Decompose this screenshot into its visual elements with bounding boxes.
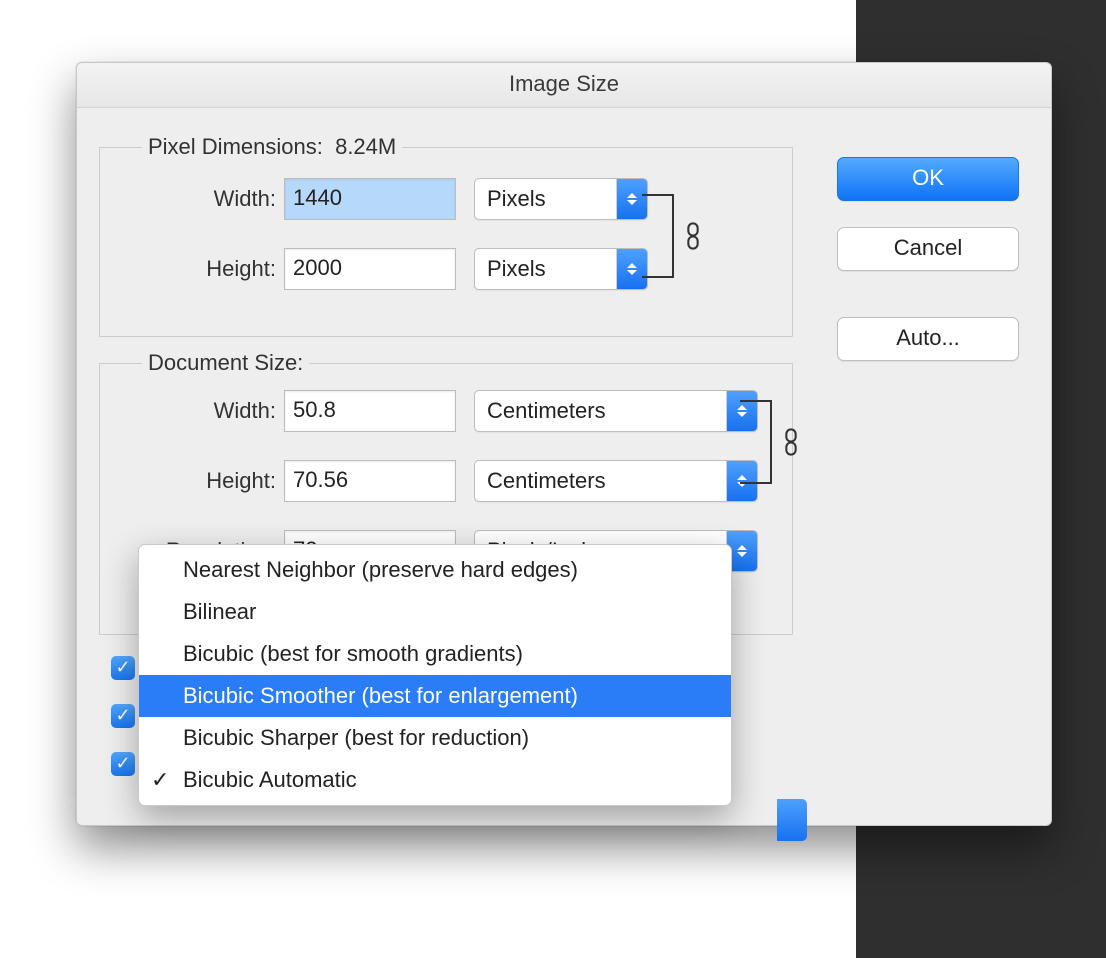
checkbox-icon bbox=[111, 656, 135, 680]
pixel-width-label: Width: bbox=[100, 186, 284, 212]
chain-link-icon[interactable] bbox=[780, 428, 802, 456]
menu-item-bicubic-sharper[interactable]: Bicubic Sharper (best for reduction) bbox=[139, 717, 731, 759]
pixel-height-unit-value: Pixels bbox=[487, 256, 616, 282]
menu-item-bicubic-automatic[interactable]: ✓ Bicubic Automatic bbox=[139, 759, 731, 801]
menu-item-bilinear[interactable]: Bilinear bbox=[139, 591, 731, 633]
doc-width-label: Width: bbox=[100, 398, 284, 424]
pixel-width-unit-select[interactable]: Pixels bbox=[474, 178, 648, 220]
pixel-width-unit-value: Pixels bbox=[487, 186, 616, 212]
constrain-link-doc bbox=[740, 392, 802, 492]
chain-link-icon[interactable] bbox=[682, 222, 704, 250]
doc-width-unit-value: Centimeters bbox=[487, 398, 726, 424]
menu-item-label: Bicubic Automatic bbox=[183, 767, 357, 792]
pixel-dimensions-size: 8.24M bbox=[335, 134, 396, 159]
cancel-button[interactable]: Cancel bbox=[837, 227, 1019, 271]
pixel-width-input[interactable]: 1440 bbox=[284, 178, 456, 220]
menu-item-bicubic[interactable]: Bicubic (best for smooth gradients) bbox=[139, 633, 731, 675]
checkbox-icon bbox=[111, 704, 135, 728]
doc-height-label: Height: bbox=[100, 468, 284, 494]
constrain-link-pixel bbox=[642, 186, 704, 286]
pixel-dimensions-legend: Pixel Dimensions: 8.24M bbox=[142, 134, 402, 160]
ok-button[interactable]: OK bbox=[837, 157, 1019, 201]
auto-button[interactable]: Auto... bbox=[837, 317, 1019, 361]
doc-width-unit-select[interactable]: Centimeters bbox=[474, 390, 758, 432]
pixel-height-label: Height: bbox=[100, 256, 284, 282]
pixel-height-unit-select[interactable]: Pixels bbox=[474, 248, 648, 290]
doc-height-input[interactable]: 70.56 bbox=[284, 460, 456, 502]
doc-width-input[interactable]: 50.8 bbox=[284, 390, 456, 432]
document-size-legend: Document Size: bbox=[142, 350, 309, 376]
pixel-dimensions-group: Pixel Dimensions: 8.24M Width: 1440 Pixe… bbox=[99, 147, 793, 337]
dialog-title: Image Size bbox=[77, 63, 1051, 108]
pixel-height-input[interactable]: 2000 bbox=[284, 248, 456, 290]
resample-method-menu: Nearest Neighbor (preserve hard edges) B… bbox=[138, 544, 732, 806]
bracket-icon bbox=[740, 400, 772, 484]
doc-height-unit-value: Centimeters bbox=[487, 468, 726, 494]
pixel-dimensions-label: Pixel Dimensions: bbox=[148, 134, 323, 159]
menu-item-bicubic-smoother[interactable]: Bicubic Smoother (best for enlargement) bbox=[139, 675, 731, 717]
menu-item-nearest-neighbor[interactable]: Nearest Neighbor (preserve hard edges) bbox=[139, 549, 731, 591]
resample-method-select-arrow[interactable] bbox=[777, 799, 807, 841]
bracket-icon bbox=[642, 194, 674, 278]
checkbox-icon bbox=[111, 752, 135, 776]
checkmark-icon: ✓ bbox=[151, 759, 169, 801]
doc-height-unit-select[interactable]: Centimeters bbox=[474, 460, 758, 502]
